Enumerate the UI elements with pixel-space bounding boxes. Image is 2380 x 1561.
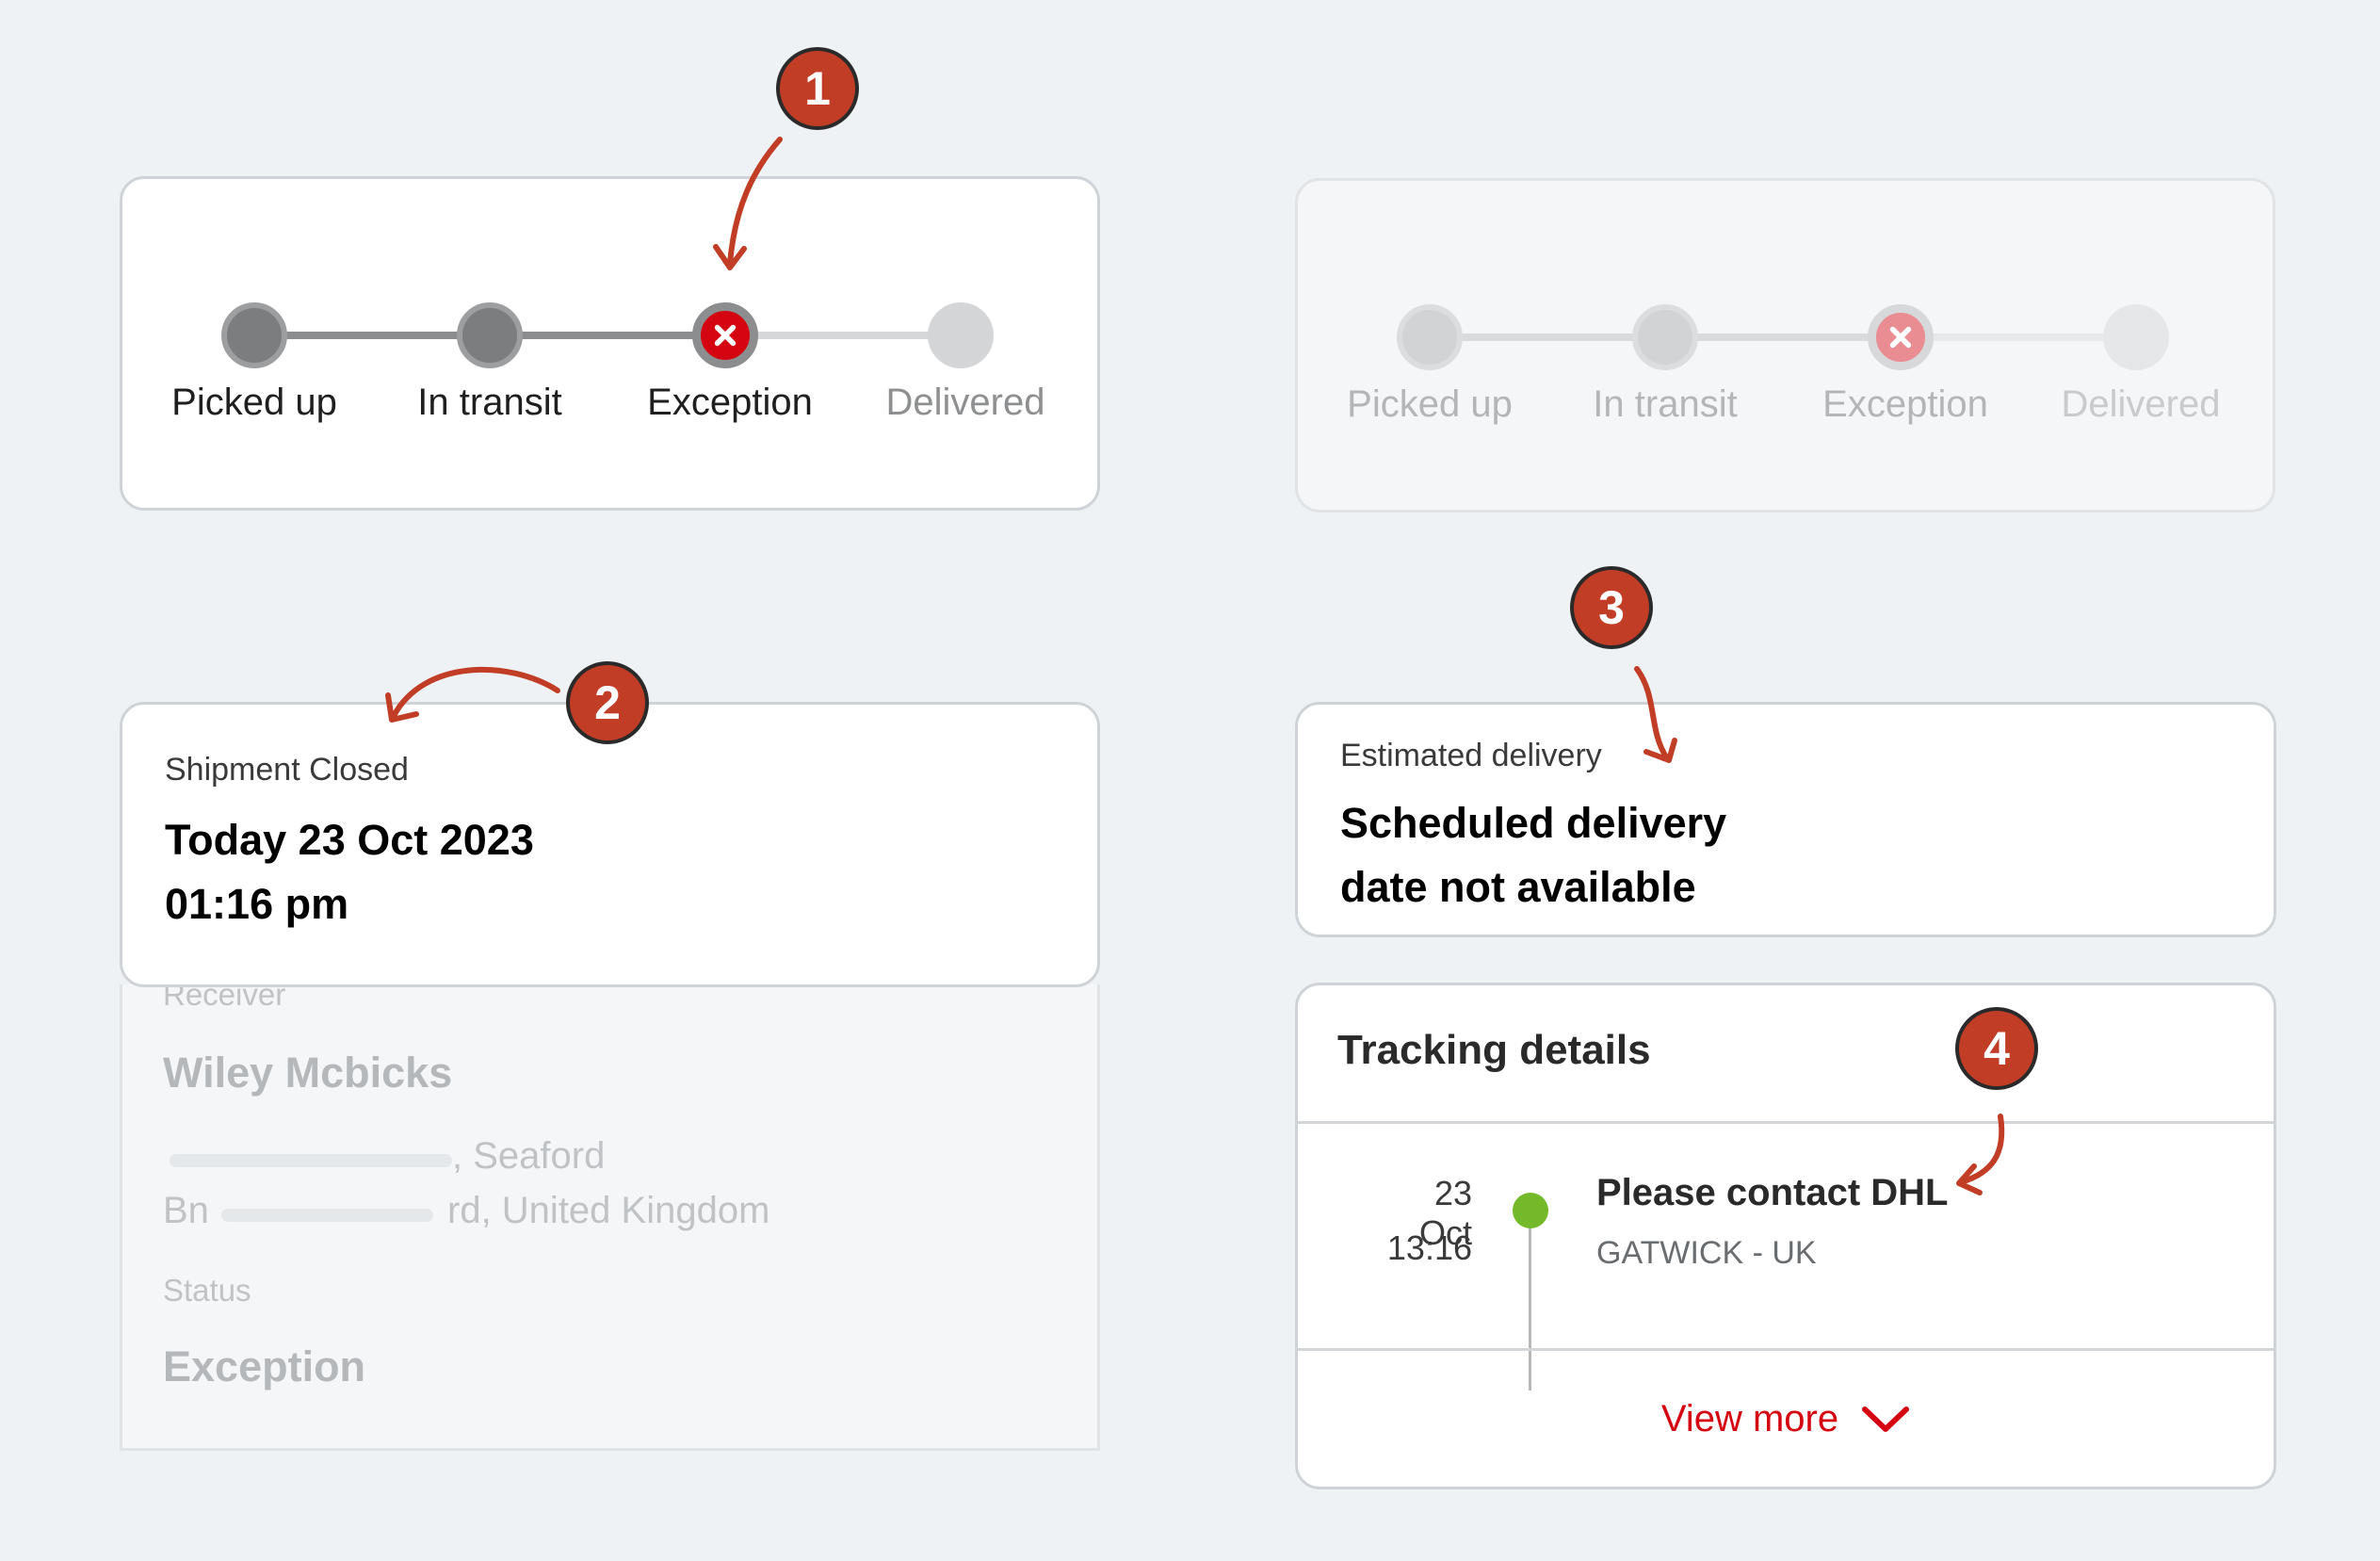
annotation-arrow-4 xyxy=(1956,1114,2005,1195)
annotation-badge-2: 2 xyxy=(566,661,649,744)
annotation-badge-3: 3 xyxy=(1570,566,1653,649)
annotation-badge-4: 4 xyxy=(1955,1007,2038,1090)
annotation-badge-1: 1 xyxy=(776,47,859,130)
